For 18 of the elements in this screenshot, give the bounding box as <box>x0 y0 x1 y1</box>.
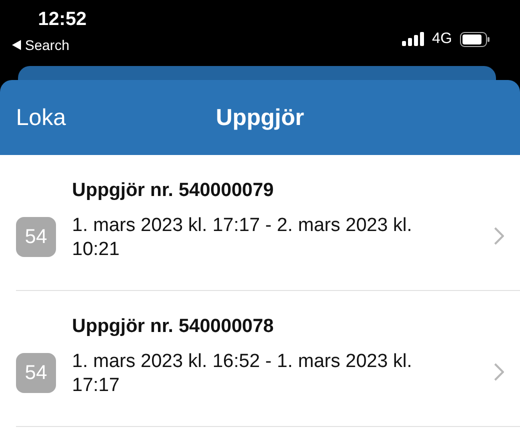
settlement-row[interactable]: 54 Uppgjör nr. 540000079 1. mars 2023 kl. 17:17 - 2. mars 2023 kl. 10:21 <box>16 155 520 291</box>
network-label: 4G <box>432 29 452 49</box>
back-button[interactable]: Loka <box>16 106 66 129</box>
signal-icon <box>402 32 424 46</box>
back-to-app-link[interactable]: Search <box>12 36 87 54</box>
count-badge: 54 <box>16 353 56 393</box>
settlement-period: 1. mars 2023 kl. 17:17 - 2. mars 2023 kl. 10:21 <box>72 214 414 262</box>
page-title: Uppgjör <box>216 106 304 128</box>
settlement-title: Uppgjör nr. 540000078 <box>72 315 275 339</box>
settlement-row[interactable]: 54 Uppgjör nr. 540000078 1. mars 2023 kl. 16:52 - 1. mars 2023 kl. 17:17 <box>16 291 520 427</box>
chevron-right-icon <box>494 363 504 381</box>
back-triangle-icon <box>12 40 21 50</box>
clock-time: 12:52 <box>38 10 87 31</box>
settlement-title: Uppgjör nr. 540000079 <box>72 179 275 203</box>
count-badge: 54 <box>16 217 56 257</box>
settlement-period: 1. mars 2023 kl. 16:52 - 1. mars 2023 kl. 17:17 <box>72 350 414 398</box>
chevron-right-icon <box>494 227 504 245</box>
battery-icon <box>460 32 490 47</box>
